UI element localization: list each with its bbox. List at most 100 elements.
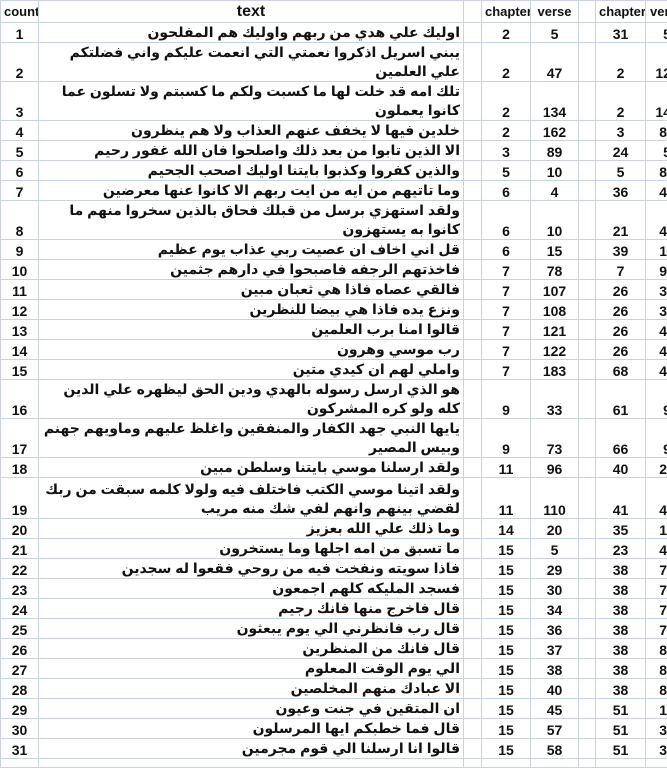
table-row: 17يايها النبي جهد الكفار والمنفقين واغلظ… <box>1 419 667 458</box>
table-body: 1اوليك علي هدي من ربهم واوليك هم المفلحو… <box>1 23 667 768</box>
cell-verse-b: 45 <box>646 478 667 519</box>
cell-chapter-a: 15 <box>482 719 531 739</box>
cell-chapter-a: 15 <box>482 659 531 679</box>
cell-count: 2 <box>1 43 39 82</box>
cell-spacer-1 <box>464 699 482 719</box>
table-row: 14رب موسي وهرون71222648 <box>1 340 667 360</box>
cell-chapter-b: 51 <box>596 699 646 719</box>
cell-chapter-b: 2 <box>596 82 646 121</box>
cell-empty <box>482 759 531 768</box>
cell-chapter-a: 6 <box>482 181 531 201</box>
cell-verse-b: 81 <box>646 659 667 679</box>
cell-spacer-2 <box>579 141 596 161</box>
table-row: 8ولقد استهزي برسل من قبلك فحاق بالذين سخ… <box>1 201 667 240</box>
cell-spacer-2 <box>579 419 596 458</box>
cell-spacer-1 <box>464 639 482 659</box>
table-row: 1اوليك علي هدي من ربهم واوليك هم المفلحو… <box>1 23 667 43</box>
cell-chapter-a: 9 <box>482 380 531 419</box>
table-row: 2يبني اسريل اذكروا نعمتي التي انعمت عليك… <box>1 43 667 82</box>
table-row: 12ونزع يده فاذا هي بيضا للنظرين71082633 <box>1 300 667 320</box>
cell-empty <box>1 759 39 768</box>
cell-count: 27 <box>1 659 39 679</box>
header-text: text <box>39 1 464 23</box>
table-row: 7وما تاتيهم من ايه من ايت ربهم الا كانوا… <box>1 181 667 201</box>
cell-chapter-b: 3 <box>596 121 646 141</box>
cell-text: قال فاخرج منها فانك رجيم <box>39 599 464 619</box>
cell-chapter-b: 23 <box>596 539 646 559</box>
cell-text: هو الذي ارسل رسوله بالهدي ودين الحق ليظه… <box>39 380 464 419</box>
table-row: 21ما تسبق من امه اجلها وما يستخرون155234… <box>1 539 667 559</box>
cell-text: فاخذتهم الرجفه فاصبحوا في دارهم جثمين <box>39 260 464 280</box>
cell-verse-a: 78 <box>531 260 579 280</box>
cell-spacer-2 <box>579 559 596 579</box>
cell-chapter-a: 15 <box>482 679 531 699</box>
cell-chapter-a: 7 <box>482 340 531 360</box>
cell-verse-a: 58 <box>531 739 579 759</box>
cell-chapter-b: 51 <box>596 719 646 739</box>
cell-verse-b: 9 <box>646 419 667 458</box>
cell-verse-a: 121 <box>531 320 579 340</box>
cell-chapter-b: 21 <box>596 201 646 240</box>
cell-text: ما تسبق من امه اجلها وما يستخرون <box>39 539 464 559</box>
cell-chapter-b: 38 <box>596 639 646 659</box>
cell-spacer-1 <box>464 141 482 161</box>
cell-count: 7 <box>1 181 39 201</box>
table-row: 24قال فاخرج منها فانك رجيم15343877 <box>1 599 667 619</box>
cell-chapter-a: 11 <box>482 478 531 519</box>
cell-verse-a: 45 <box>531 699 579 719</box>
cell-spacer-2 <box>579 340 596 360</box>
table-row: 6والذين كفروا وكذبوا بايتنا اوليك اصحب ا… <box>1 161 667 181</box>
cell-chapter-b: 40 <box>596 458 646 478</box>
cell-count: 14 <box>1 340 39 360</box>
cell-verse-a: 4 <box>531 181 579 201</box>
cell-spacer-1 <box>464 619 482 639</box>
cell-chapter-b: 26 <box>596 300 646 320</box>
cell-verse-b: 77 <box>646 599 667 619</box>
cell-text: يايها النبي جهد الكفار والمنفقين واغلظ ع… <box>39 419 464 458</box>
cell-chapter-a: 9 <box>482 419 531 458</box>
cell-verse-a: 73 <box>531 419 579 458</box>
cell-spacer-2 <box>579 43 596 82</box>
table-row: 13قالوا امنا برب العلمين71212647 <box>1 320 667 340</box>
cell-verse-b: 33 <box>646 300 667 320</box>
cell-empty <box>39 759 464 768</box>
cell-verse-b: 141 <box>646 82 667 121</box>
cell-verse-a: 10 <box>531 161 579 181</box>
cell-chapter-a: 11 <box>482 458 531 478</box>
cell-chapter-b: 36 <box>596 181 646 201</box>
cell-empty <box>579 759 596 768</box>
cell-spacer-2 <box>579 519 596 539</box>
cell-text: فسجد المليكه كلهم اجمعون <box>39 579 464 599</box>
cell-verse-b: 5 <box>646 141 667 161</box>
cell-spacer-2 <box>579 699 596 719</box>
cell-chapter-b: 26 <box>596 320 646 340</box>
cell-verse-a: 122 <box>531 340 579 360</box>
cell-verse-a: 47 <box>531 43 579 82</box>
cell-spacer-2 <box>579 380 596 419</box>
cell-chapter-b: 38 <box>596 619 646 639</box>
cell-verse-b: 17 <box>646 519 667 539</box>
table-row: 9قل اني اخاف ان عصيت ربي عذاب يوم عظيم61… <box>1 240 667 260</box>
cell-verse-b: 41 <box>646 201 667 240</box>
cell-text: واملي لهم ان كيدي متين <box>39 360 464 380</box>
cell-chapter-a: 15 <box>482 699 531 719</box>
header-count: count <box>1 1 39 23</box>
cell-spacer-2 <box>579 240 596 260</box>
cell-spacer-1 <box>464 240 482 260</box>
cell-spacer-1 <box>464 719 482 739</box>
cell-empty <box>596 759 646 768</box>
cell-text: ولقد اتينا موسي الكتب فاختلف فيه ولولا ك… <box>39 478 464 519</box>
cell-spacer-2 <box>579 360 596 380</box>
cell-verse-b: 48 <box>646 340 667 360</box>
table-row: 31قالوا انا ارسلنا الي قوم مجرمين1558513… <box>1 739 667 759</box>
cell-text: قالوا انا ارسلنا الي قوم مجرمين <box>39 739 464 759</box>
cell-verse-b: 9 <box>646 380 667 419</box>
table-row-partial <box>1 759 667 768</box>
cell-chapter-b: 51 <box>596 739 646 759</box>
cell-count: 23 <box>1 579 39 599</box>
cell-spacer-1 <box>464 161 482 181</box>
cell-chapter-b: 38 <box>596 559 646 579</box>
cell-spacer-1 <box>464 659 482 679</box>
cell-spacer-2 <box>579 300 596 320</box>
cell-text: قال فما خطبكم ايها المرسلون <box>39 719 464 739</box>
